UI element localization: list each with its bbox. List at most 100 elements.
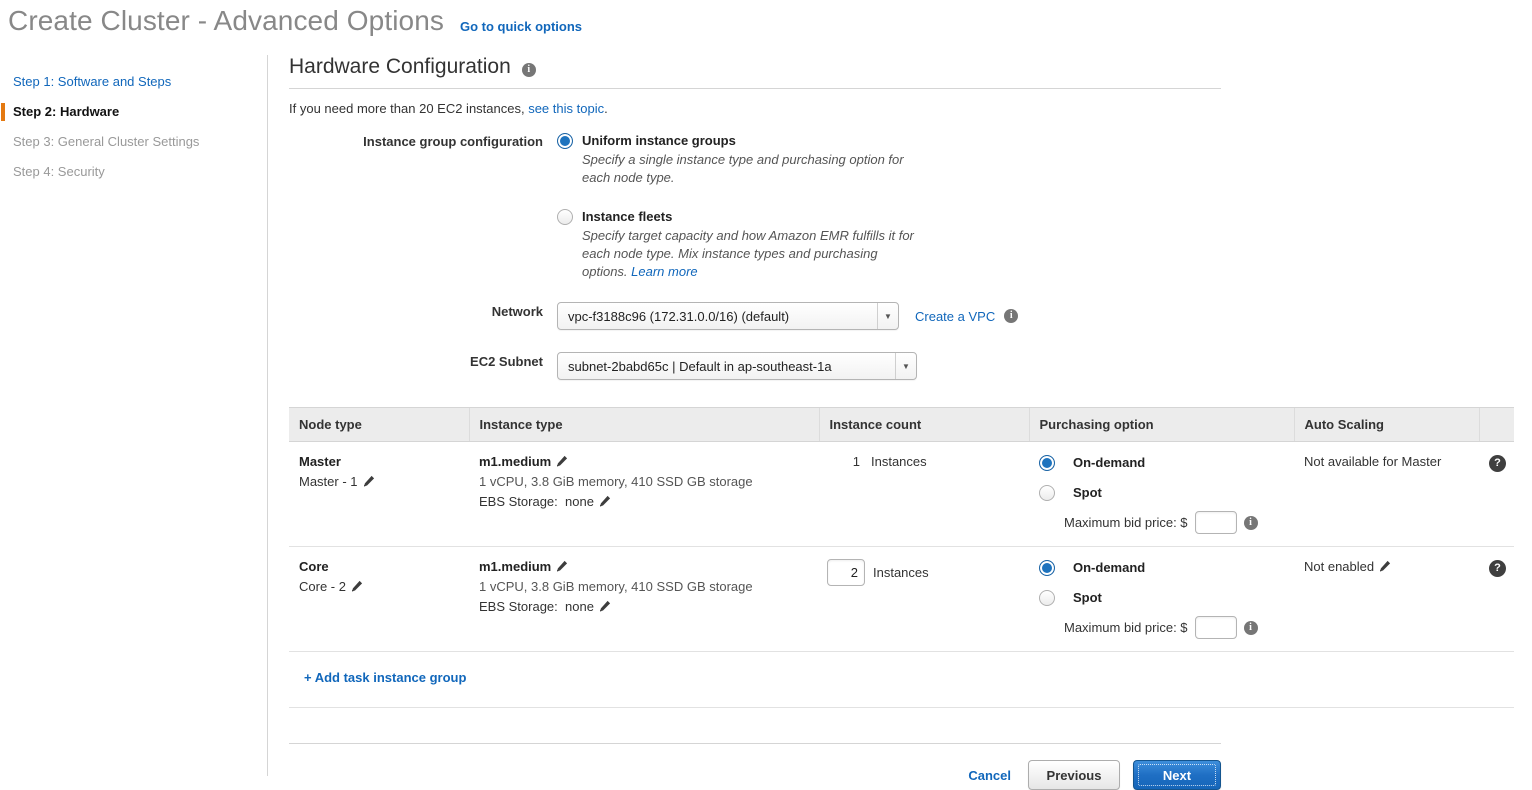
- ec2-subnet-select-value: subnet-2babd65c | Default in ap-southeas…: [568, 358, 832, 374]
- instance-type-value-core: m1.medium: [479, 559, 552, 574]
- radio-desc-instance-fleets: Specify target capacity and how Amazon E…: [582, 227, 914, 281]
- node-sub-label-master: Master - 1: [299, 474, 358, 489]
- table-row: Master Master - 1 m1.medium 1 vCPU, 3.8 …: [289, 441, 1514, 547]
- chevron-down-icon: ▼: [877, 303, 898, 329]
- cell-auto-scaling-core: Not enabled: [1294, 546, 1479, 652]
- purchase-option-spot-core[interactable]: Spot: [1039, 589, 1294, 606]
- column-header-instance-type: Instance type: [468, 407, 819, 442]
- add-task-instance-group-link[interactable]: + Add task instance group: [304, 670, 466, 685]
- column-header-purchasing-option: Purchasing option: [1028, 407, 1294, 442]
- instance-type-value-master: m1.medium: [479, 454, 552, 469]
- cell-auto-scaling-master: Not available for Master: [1294, 441, 1479, 547]
- bid-price-label-master: Maximum bid price: $: [1064, 515, 1188, 530]
- sidebar-item-step-3-general-cluster-settings[interactable]: Step 3: General Cluster Settings: [0, 127, 267, 157]
- instance-type-core: m1.medium: [479, 559, 819, 574]
- question-mark-help-icon[interactable]: ?: [1489, 559, 1506, 577]
- radio-spot-core[interactable]: [1039, 590, 1055, 606]
- column-header-auto-scaling: Auto Scaling: [1293, 407, 1479, 442]
- edit-pencil-icon[interactable]: [363, 475, 375, 487]
- next-button[interactable]: Next: [1133, 760, 1221, 790]
- cell-instance-count-master: 1 Instances: [819, 441, 1029, 547]
- radio-uniform-instance-groups[interactable]: [557, 133, 573, 149]
- radio-desc-uniform-instance-groups: Specify a single instance type and purch…: [582, 152, 904, 185]
- edit-pencil-icon[interactable]: [351, 580, 363, 592]
- main-content: Hardware Configuration i If you need mor…: [289, 55, 1519, 790]
- ebs-storage-value-master: none: [565, 494, 594, 509]
- info-icon[interactable]: i: [521, 62, 536, 77]
- network-select[interactable]: vpc-f3188c96 (172.31.0.0/16) (default) ▼: [557, 302, 899, 330]
- edit-pencil-icon[interactable]: [1379, 560, 1391, 572]
- radio-on-demand-master[interactable]: [1039, 455, 1055, 471]
- chevron-down-icon: ▼: [895, 353, 916, 379]
- bid-price-row-master: Maximum bid price: $ i: [1064, 511, 1294, 534]
- go-to-quick-options-link[interactable]: Go to quick options: [460, 19, 582, 34]
- cancel-button[interactable]: Cancel: [964, 762, 1015, 789]
- intro-text: If you need more than 20 EC2 instances, …: [289, 101, 1519, 116]
- info-icon[interactable]: i: [1243, 620, 1258, 635]
- bid-price-label-core: Maximum bid price: $: [1064, 620, 1188, 635]
- purchase-option-on-demand-master[interactable]: On-demand: [1039, 454, 1294, 471]
- bid-price-input-core[interactable]: [1194, 616, 1237, 639]
- column-header-help: [1478, 407, 1514, 442]
- purchase-option-on-demand-core[interactable]: On-demand: [1039, 559, 1294, 576]
- radio-on-demand-core[interactable]: [1039, 560, 1055, 576]
- edit-pencil-icon[interactable]: [599, 495, 611, 507]
- ebs-storage-label-master: EBS Storage:: [479, 494, 558, 509]
- radio-spot-master[interactable]: [1039, 485, 1055, 501]
- sidebar-item-step-2-hardware[interactable]: Step 2: Hardware: [0, 97, 267, 127]
- table-header-row: Node type Instance type Instance count P…: [289, 407, 1514, 442]
- see-this-topic-link[interactable]: see this topic: [528, 101, 604, 116]
- edit-pencil-icon[interactable]: [599, 600, 611, 612]
- cell-instance-type-master: m1.medium 1 vCPU, 3.8 GiB memory, 410 SS…: [469, 441, 819, 547]
- hardware-instance-groups-table: Node type Instance type Instance count P…: [289, 407, 1514, 652]
- purchase-label-spot-master: Spot: [1073, 485, 1102, 500]
- question-mark-help-icon[interactable]: ?: [1489, 454, 1506, 472]
- bid-price-input-master[interactable]: [1194, 511, 1237, 534]
- section-title-row: Hardware Configuration i: [289, 55, 1221, 89]
- cell-help-core: ?: [1479, 546, 1514, 652]
- cell-purchasing-option-core: On-demand Spot Maximum bid price: $ i: [1029, 546, 1294, 652]
- ebs-storage-value-core: none: [565, 599, 594, 614]
- radio-label-instance-fleets: Instance fleets: [582, 209, 673, 224]
- info-icon[interactable]: i: [1243, 515, 1258, 530]
- table-row: Core Core - 2 m1.medium 1 vCPU, 3.8 GiB …: [289, 546, 1514, 652]
- add-task-instance-group-row: + Add task instance group: [289, 652, 1514, 708]
- instance-count-input-core[interactable]: [827, 559, 865, 586]
- section-title: Hardware Configuration: [289, 55, 511, 78]
- ebs-storage-master: EBS Storage: none: [479, 494, 819, 509]
- radio-option-uniform-instance-groups[interactable]: Uniform instance groups Specify a single…: [557, 132, 1519, 187]
- sidebar-item-step-1-software-and-steps[interactable]: Step 1: Software and Steps: [0, 67, 267, 97]
- edit-pencil-icon[interactable]: [556, 455, 568, 467]
- cell-node-type-core: Core Core - 2: [289, 546, 469, 652]
- network-row: Network vpc-f3188c96 (172.31.0.0/16) (de…: [289, 302, 1519, 330]
- purchase-label-on-demand-master: On-demand: [1073, 455, 1146, 470]
- ec2-subnet-select[interactable]: subnet-2babd65c | Default in ap-southeas…: [557, 352, 917, 380]
- cell-node-type-master: Master Master - 1: [289, 441, 469, 547]
- radio-instance-fleets[interactable]: [557, 209, 573, 225]
- edit-pencil-icon[interactable]: [556, 560, 568, 572]
- page-title: Create Cluster - Advanced Options: [8, 5, 444, 36]
- wizard-steps-sidebar: Step 1: Software and Steps Step 2: Hardw…: [0, 55, 268, 776]
- instance-spec-core: 1 vCPU, 3.8 GiB memory, 410 SSD GB stora…: [479, 579, 753, 594]
- ebs-storage-core: EBS Storage: none: [479, 599, 819, 614]
- purchase-label-spot-core: Spot: [1073, 590, 1102, 605]
- create-a-vpc-link[interactable]: Create a VPC: [915, 309, 995, 324]
- cell-instance-type-core: m1.medium 1 vCPU, 3.8 GiB memory, 410 SS…: [469, 546, 819, 652]
- radio-option-instance-fleets[interactable]: Instance fleets Specify target capacity …: [557, 208, 1519, 281]
- ec2-subnet-row: EC2 Subnet subnet-2babd65c | Default in …: [289, 352, 1519, 380]
- intro-prefix: If you need more than 20 EC2 instances,: [289, 101, 529, 116]
- cell-purchasing-option-master: On-demand Spot Maximum bid price: $ i: [1029, 441, 1294, 547]
- radio-label-uniform-instance-groups: Uniform instance groups: [582, 133, 736, 148]
- column-header-instance-count: Instance count: [818, 407, 1029, 442]
- sidebar-item-step-4-security[interactable]: Step 4: Security: [0, 157, 267, 187]
- node-sub-core: Core - 2: [299, 579, 469, 594]
- previous-button[interactable]: Previous: [1028, 760, 1120, 790]
- bid-price-row-core: Maximum bid price: $ i: [1064, 616, 1294, 639]
- instance-count-label-core: Instances: [873, 565, 929, 580]
- info-icon[interactable]: i: [1004, 309, 1019, 323]
- instance-count-label-master: Instances: [871, 454, 927, 469]
- purchase-option-spot-master[interactable]: Spot: [1039, 484, 1294, 501]
- page-header: Create Cluster - Advanced Options Go to …: [0, 0, 1532, 52]
- auto-scaling-status-core: Not enabled: [1304, 559, 1375, 574]
- learn-more-link[interactable]: Learn more: [631, 264, 697, 279]
